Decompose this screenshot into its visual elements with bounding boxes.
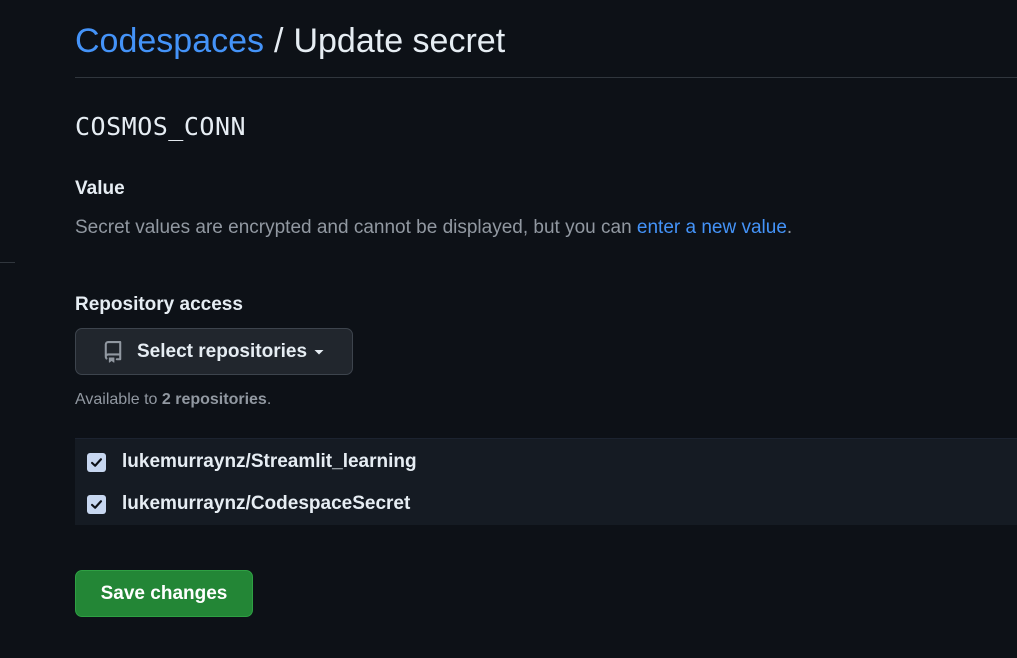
value-description-trailing: . xyxy=(786,217,793,238)
checkmark-icon xyxy=(90,499,103,509)
select-repositories-button[interactable]: Select repositories xyxy=(75,328,353,375)
enter-new-value-link[interactable]: enter a new value xyxy=(637,217,787,238)
secret-name: COSMOS_CONN xyxy=(75,112,247,141)
repository-list: lukemurraynz/Streamlit_learning lukemurr… xyxy=(75,438,1017,525)
breadcrumb-separator: / xyxy=(274,21,284,60)
list-item[interactable]: lukemurraynz/Streamlit_learning xyxy=(87,451,417,473)
repo-icon xyxy=(102,340,124,363)
repo-name: lukemurraynz/Streamlit_learning xyxy=(122,451,417,472)
value-description: Secret values are encrypted and cannot b… xyxy=(75,217,792,239)
value-description-text: Secret values are encrypted and cannot b… xyxy=(75,217,637,238)
available-suffix: . xyxy=(266,391,272,408)
page-header: Codespaces / Update secret xyxy=(75,0,1017,78)
list-item[interactable]: lukemurraynz/CodespaceSecret xyxy=(87,493,410,515)
left-divider xyxy=(0,262,15,263)
select-repositories-label: Select repositories xyxy=(137,340,308,362)
checkmark-icon xyxy=(90,457,103,467)
available-prefix: Available to xyxy=(75,391,162,408)
available-repositories-text: Available to 2 repositories. xyxy=(75,391,271,409)
value-label: Value xyxy=(75,178,125,199)
breadcrumb-codespaces-link[interactable]: Codespaces xyxy=(75,24,264,58)
repo-checkbox-codespacesecret[interactable] xyxy=(87,494,106,514)
repo-checkbox-streamlit-learning[interactable] xyxy=(87,452,106,472)
repo-name: lukemurraynz/CodespaceSecret xyxy=(122,493,411,514)
main-content: Codespaces / Update secret COSMOS_CONN V… xyxy=(75,0,1017,617)
triangle-down-icon xyxy=(313,346,325,358)
available-count: 2 repositories xyxy=(161,391,267,408)
repository-access-label: Repository access xyxy=(75,294,243,315)
page-title: Update secret xyxy=(293,21,506,60)
save-changes-button[interactable]: Save changes xyxy=(75,570,253,617)
